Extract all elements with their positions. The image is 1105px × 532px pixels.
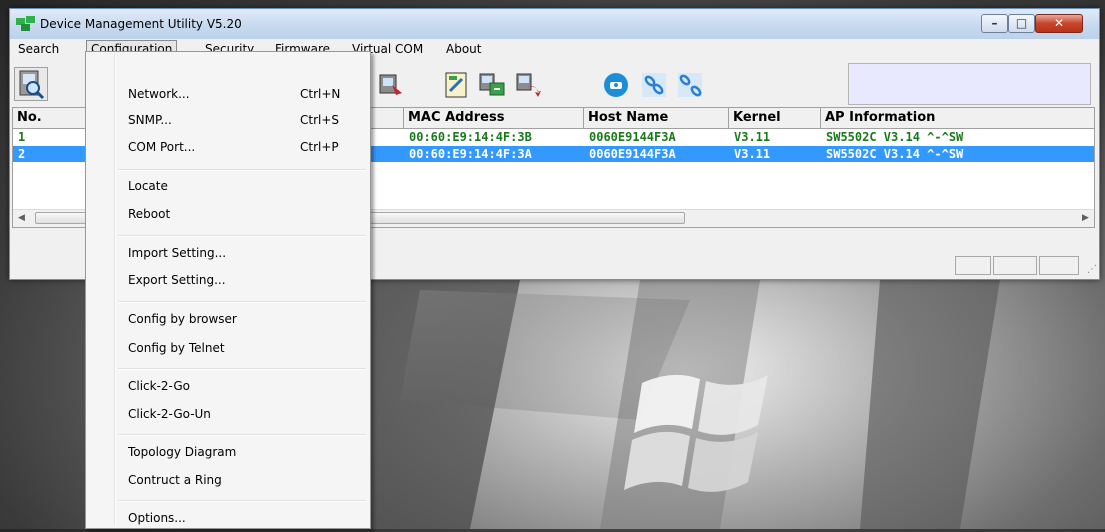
menu-item-construct-ring[interactable]: Contruct a Ring bbox=[88, 468, 368, 494]
menu-item-label: COM Port... bbox=[128, 140, 196, 154]
window-title: Device Management Utility V5.20 bbox=[40, 17, 242, 31]
menu-separator bbox=[118, 301, 366, 303]
menu-about[interactable]: About bbox=[442, 41, 485, 57]
status-panel-1 bbox=[955, 256, 991, 275]
menu-separator bbox=[118, 368, 366, 370]
link-icon[interactable] bbox=[640, 71, 668, 99]
menu-item-config-telnet[interactable]: Config by Telnet bbox=[88, 336, 368, 362]
cell-ap-info: SW5502C V3.14 ^-^SW bbox=[826, 147, 964, 161]
menu-item-topology-diagram[interactable]: Topology Diagram bbox=[88, 440, 368, 466]
menu-item-label: Reboot bbox=[128, 207, 171, 221]
menu-item-label: Topology Diagram bbox=[128, 445, 237, 459]
scroll-right-icon[interactable]: ▶ bbox=[1077, 210, 1094, 227]
menu-item-label: Config by Telnet bbox=[128, 341, 225, 355]
configuration-menu: Network... Ctrl+N SNMP... Ctrl+S COM Por… bbox=[85, 51, 371, 529]
menu-item-click-2-go-un[interactable]: Click-2-Go-Un bbox=[88, 402, 368, 428]
resize-grip-icon[interactable]: ⋰ bbox=[1087, 264, 1097, 275]
cell-no: 1 bbox=[18, 130, 26, 144]
menu-item-locate[interactable]: Locate bbox=[88, 174, 368, 200]
menu-item-com-port[interactable]: COM Port... Ctrl+P bbox=[88, 135, 368, 161]
network-icon[interactable] bbox=[478, 71, 506, 99]
menu-separator bbox=[118, 169, 366, 171]
export-icon[interactable] bbox=[515, 71, 543, 99]
scroll-left-icon[interactable]: ◀ bbox=[13, 210, 30, 227]
menu-item-label: Export Setting... bbox=[128, 273, 226, 287]
upgrade-icon[interactable] bbox=[443, 71, 471, 99]
menu-item-label: Locate bbox=[128, 179, 168, 193]
menu-item-import-setting[interactable]: Import Setting... bbox=[88, 241, 368, 267]
search-device-icon bbox=[19, 70, 45, 100]
menu-separator bbox=[118, 500, 366, 502]
column-mac[interactable]: MAC Address bbox=[404, 108, 584, 128]
cell-host: 0060E9144F3A bbox=[589, 147, 676, 161]
maximize-button[interactable]: □ bbox=[1008, 14, 1035, 33]
menu-item-click-2-go[interactable]: Click-2-Go bbox=[88, 374, 368, 400]
unlink-icon[interactable] bbox=[676, 71, 704, 99]
minimize-icon: – bbox=[991, 16, 998, 30]
cell-host: 0060E9144F3A bbox=[589, 130, 676, 144]
menu-item-label: SNMP... bbox=[128, 113, 172, 127]
menu-item-label: Options... bbox=[128, 511, 186, 525]
config-icon[interactable] bbox=[378, 71, 406, 99]
close-button[interactable]: ✕ bbox=[1035, 14, 1083, 33]
menu-item-export-setting[interactable]: Export Setting... bbox=[88, 268, 368, 294]
menu-item-label: Import Setting... bbox=[128, 246, 227, 260]
menu-item-snmp[interactable]: SNMP... Ctrl+S bbox=[88, 108, 368, 134]
search-device-button[interactable] bbox=[14, 67, 48, 101]
close-icon: ✕ bbox=[1053, 16, 1065, 30]
title-bar[interactable]: Device Management Utility V5.20 – □ ✕ bbox=[10, 9, 1099, 39]
minimize-button[interactable]: – bbox=[981, 14, 1008, 33]
cell-kernel: V3.11 bbox=[734, 147, 771, 161]
menu-search[interactable]: Search bbox=[14, 41, 63, 57]
menu-item-shortcut: Ctrl+P bbox=[300, 140, 339, 154]
menu-item-label: Contruct a Ring bbox=[128, 473, 222, 487]
column-kernel[interactable]: Kernel bbox=[729, 108, 821, 128]
menu-separator bbox=[118, 235, 366, 237]
cell-kernel: V3.11 bbox=[734, 130, 771, 144]
menu-item-label: Network... bbox=[128, 87, 190, 101]
menu-item-label: Click-2-Go-Un bbox=[128, 407, 211, 421]
menu-item-label: Click-2-Go bbox=[128, 379, 190, 393]
menu-item-config-browser[interactable]: Config by browser bbox=[88, 307, 368, 333]
menu-item-shortcut: Ctrl+S bbox=[300, 113, 340, 127]
menu-item-network[interactable]: Network... Ctrl+N bbox=[88, 82, 368, 108]
status-panel-3 bbox=[1039, 256, 1079, 275]
column-no[interactable]: No. bbox=[13, 108, 86, 128]
toolbar-info-panel bbox=[848, 63, 1091, 105]
telephone-icon[interactable] bbox=[602, 71, 630, 99]
menu-separator bbox=[118, 434, 366, 436]
cell-mac: 00:60:E9:14:4F:3B bbox=[409, 130, 532, 144]
maximize-icon: □ bbox=[1015, 16, 1028, 30]
app-icon bbox=[16, 16, 35, 31]
status-panel-2 bbox=[993, 256, 1037, 275]
menu-item-options[interactable]: Options... bbox=[88, 506, 368, 532]
menu-item-label: Config by browser bbox=[128, 312, 237, 326]
cell-no: 2 bbox=[18, 147, 26, 161]
cell-ap-info: SW5502C V3.14 ^-^SW bbox=[826, 130, 964, 144]
column-ap-info[interactable]: AP Information bbox=[821, 108, 1094, 128]
cell-mac: 00:60:E9:14:4F:3A bbox=[409, 147, 532, 161]
menu-item-reboot[interactable]: Reboot bbox=[88, 202, 368, 228]
menu-item-shortcut: Ctrl+N bbox=[300, 87, 341, 101]
column-host[interactable]: Host Name bbox=[584, 108, 729, 128]
